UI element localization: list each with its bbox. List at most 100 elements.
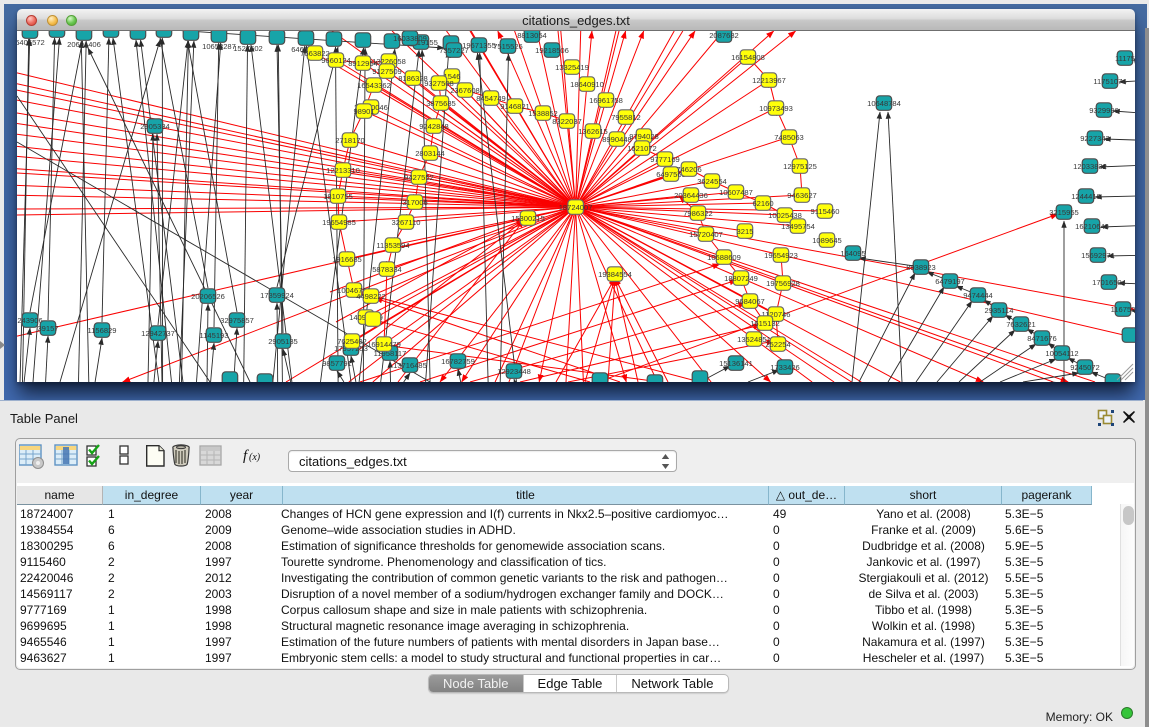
svg-text:8990448: 8990448 [602,135,632,144]
svg-text:746206: 746206 [676,165,701,174]
svg-text:15136141: 15136141 [719,359,753,368]
svg-text:9474444: 9474444 [963,291,993,300]
svg-text:18724007: 18724007 [559,203,593,212]
svg-text:7955812: 7955812 [611,113,641,122]
svg-text:10054112: 10054112 [1045,349,1078,358]
svg-text:1916685: 1916685 [332,255,362,264]
svg-text:1244418: 1244418 [1071,192,1101,201]
svg-text:19756928: 19756928 [766,279,800,288]
svg-text:1089645: 1089645 [812,236,842,245]
svg-text:10607487: 10607487 [719,188,753,197]
svg-text:164095: 164095 [840,249,865,258]
svg-text:11751074: 11751074 [1093,77,1126,86]
svg-text:13716485: 13716485 [393,361,427,370]
svg-text:10653287: 10653287 [202,42,236,51]
svg-text:9794028: 9794028 [629,132,659,141]
svg-text:9427552: 9427552 [404,173,434,182]
svg-text:9660124: 9660124 [321,56,351,65]
svg-text:3215955: 3215955 [1049,208,1079,217]
svg-text:3215: 3215 [737,227,754,236]
svg-text:9146821: 9146821 [500,102,530,111]
svg-text:13325419: 13325419 [555,63,589,72]
svg-text:10973493: 10973493 [759,104,793,113]
svg-text:7357227: 7357227 [439,46,469,55]
svg-text:11175: 11175 [1115,54,1135,63]
svg-text:3875685: 3875685 [426,99,456,108]
svg-text:9684067: 9684067 [735,297,765,306]
svg-text:12033832: 12033832 [1073,162,1107,171]
svg-text:17359924: 17359924 [260,291,294,300]
svg-text:8322037: 8322037 [552,117,582,126]
svg-text:9857791: 9857791 [322,359,352,368]
svg-text:20206526: 20206526 [191,292,225,301]
svg-text:15720407: 15720407 [689,230,723,239]
svg-text:5878334: 5878334 [372,265,402,274]
svg-text:10688609: 10688609 [707,253,741,262]
svg-text:1810755: 1810755 [323,192,353,201]
svg-text:1621072: 1621072 [627,144,657,153]
svg-text:62160: 62160 [752,199,773,208]
svg-text:9463627: 9463627 [787,191,817,200]
svg-text:13495754: 13495754 [781,222,815,231]
svg-text:2935114: 2935114 [985,306,1014,315]
svg-text:12975125: 12975125 [783,162,817,171]
svg-text:19654985: 19654985 [322,218,356,227]
svg-text:317006: 317006 [402,198,427,207]
svg-text:7625402: 7625402 [337,337,367,346]
svg-text:3624554: 3624554 [697,177,727,186]
svg-text:252254: 252254 [765,340,790,349]
svg-text:1145193: 1145193 [200,331,229,340]
svg-text:7986322: 7986322 [683,209,713,218]
svg-text:8471676: 8471676 [1027,334,1057,343]
svg-text:16033809: 16033809 [393,34,427,43]
svg-text:9777169: 9777169 [650,155,680,164]
svg-text:2087682: 2087682 [709,31,739,40]
svg-text:8813054: 8813054 [517,31,547,40]
svg-text:9245072: 9245072 [1070,363,1100,372]
svg-text:2905334: 2905334 [140,122,170,131]
svg-text:17016504: 17016504 [1092,278,1126,287]
svg-text:19218506: 19218506 [535,46,569,55]
svg-text:20364436: 20364436 [674,191,708,200]
svg-text:16154808: 16154808 [731,53,765,62]
svg-text:1156829: 1156829 [88,326,117,335]
svg-text:98901: 98901 [353,107,374,116]
svg-text:6405572: 6405572 [17,38,45,47]
svg-text:7485063: 7485063 [774,133,804,142]
svg-text:12213310: 12213310 [326,166,360,175]
svg-text:16210643: 16210643 [1075,222,1109,231]
svg-text:12213967: 12213967 [752,76,786,85]
svg-text:20691406: 20691406 [67,40,101,49]
svg-text:9242848: 9242848 [419,122,449,131]
svg-text:9115460: 9115460 [811,207,840,216]
svg-text:16914479: 16914479 [367,340,401,349]
svg-text:1733426: 1733426 [770,363,800,372]
svg-text:15692971: 15692971 [1081,251,1115,260]
svg-text:19654923: 19654923 [764,251,798,260]
svg-text:(x): (x) [249,452,261,463]
svg-text:2803144: 2803144 [415,149,445,158]
svg-text:2905135: 2905135 [268,337,298,346]
svg-text:8938923: 8938923 [906,263,936,272]
svg-text:11353594: 11353594 [376,241,409,250]
svg-text:4498222: 4498222 [356,292,386,301]
svg-text:12923448: 12923448 [497,367,531,376]
svg-text:6479197: 6479197 [935,277,965,286]
svg-text:9227342: 9227342 [1080,134,1110,143]
svg-text:15300215: 15300215 [511,214,545,223]
svg-text:3267110: 3267110 [392,218,421,227]
svg-text:7515526: 7515526 [493,42,523,51]
svg-text:16961758: 16961758 [589,96,623,105]
svg-text:116753: 116753 [1111,305,1135,314]
svg-text:1527602: 1527602 [233,44,263,53]
svg-text:19384554: 19384554 [598,270,632,279]
svg-text:9329996: 9329996 [1089,106,1119,115]
svg-text:10648784: 10648784 [867,99,901,108]
svg-text:16782759: 16782759 [441,357,475,366]
svg-text:7632621: 7632621 [1006,320,1036,329]
svg-text:16543362: 16543362 [357,81,391,90]
svg-text:39157: 39157 [37,324,58,333]
svg-text:1615132: 1615132 [750,319,780,328]
svg-text:32975857: 32975857 [220,316,254,325]
svg-text:18807249: 18807249 [724,274,758,283]
